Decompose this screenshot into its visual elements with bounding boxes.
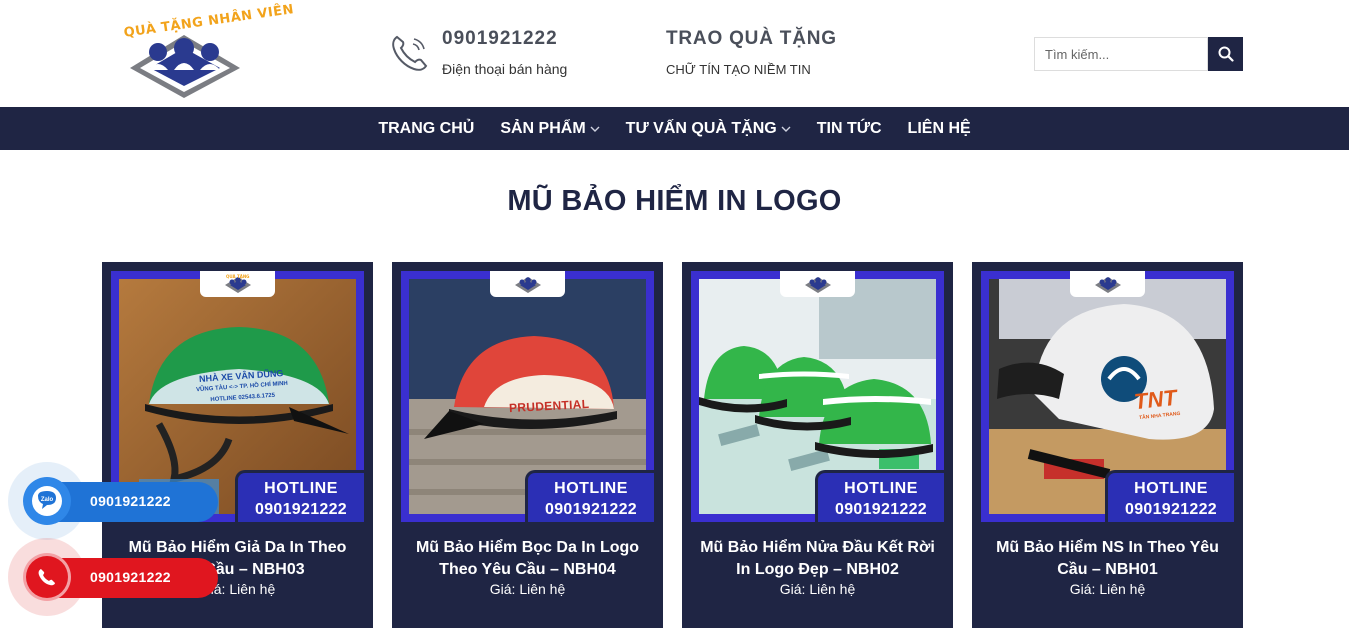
- logo-mini-icon: [804, 277, 831, 293]
- nav-item-label: TRANG CHỦ: [378, 119, 475, 137]
- product-image[interactable]: PRUDENTIAL HOTLINE 0901921222: [401, 271, 654, 522]
- nav-item-products[interactable]: SẢN PHẨM: [487, 107, 612, 150]
- slogan-subtitle: CHỮ TÍN TẠO NIỀM TIN: [666, 62, 811, 77]
- brand-badge: [780, 271, 855, 297]
- hotline-overlay: HOTLINE 0901921222: [235, 470, 364, 522]
- logo-mini-icon: QUÀ TẶNG: [224, 274, 251, 293]
- logo-mini-icon: [514, 277, 541, 293]
- product-grid: NHÀ XE VÂN DŨNG VŨNG TÀU <-> TP. HỒ CHÍ …: [102, 262, 1243, 628]
- svg-text:QUÀ TẶNG: QUÀ TẶNG: [226, 274, 249, 279]
- logo-mini-icon: [1094, 277, 1121, 293]
- helmet-print-line: TNT: [1132, 384, 1178, 415]
- brand-badge: [490, 271, 565, 297]
- product-price: Giá: Liên hệ: [1069, 581, 1146, 597]
- hotline-overlay: HOTLINE 0901921222: [525, 470, 654, 522]
- main-nav: TRANG CHỦ SẢN PHẨM TƯ VẤN QUÀ TẶNG TIN T…: [0, 107, 1349, 150]
- zalo-icon: Zalo: [23, 477, 71, 525]
- call-contact-button[interactable]: 0901921222: [8, 538, 218, 616]
- product-name[interactable]: Mũ Bảo Hiểm Bọc Da In Logo Theo Yêu Cầu …: [402, 537, 653, 581]
- nav-item-news[interactable]: TIN TỨC: [804, 107, 895, 150]
- hotline-number: 0901921222: [255, 501, 347, 518]
- product-card[interactable]: PRUDENTIAL HOTLINE 0901921222 Mũ Bảo Hiể…: [392, 262, 663, 628]
- product-name[interactable]: Mũ Bảo Hiểm Nửa Đầu Kết Rời In Logo Đẹp …: [692, 537, 943, 581]
- site-logo[interactable]: QUÀ TẶNG NHÂN VIÊN: [118, 2, 295, 102]
- hotline-overlay: HOTLINE 0901921222: [815, 470, 944, 522]
- nav-item-gift-consulting[interactable]: TƯ VẤN QUÀ TẶNG: [613, 107, 804, 150]
- hotline-number: 0901921222: [835, 501, 927, 518]
- product-image[interactable]: HOTLINE 0901921222: [691, 271, 944, 522]
- hotline-label: HOTLINE: [1134, 480, 1208, 497]
- hotline-overlay: HOTLINE 0901921222: [1105, 470, 1234, 522]
- hotline-label: HOTLINE: [264, 480, 338, 497]
- product-name[interactable]: Mũ Bảo Hiểm NS In Theo Yêu Cầu – NBH01: [982, 537, 1233, 581]
- product-card[interactable]: HOTLINE 0901921222 Mũ Bảo Hiểm Nửa Đầu K…: [682, 262, 953, 628]
- section-title: MŨ BẢO HIỂM IN LOGO: [507, 185, 842, 217]
- call-number: 0901921222: [90, 569, 171, 585]
- nav-item-label: SẢN PHẨM: [500, 119, 586, 137]
- product-price: Giá: Liên hệ: [779, 581, 856, 597]
- search-button[interactable]: [1208, 37, 1243, 71]
- nav-item-home[interactable]: TRANG CHỦ: [365, 107, 487, 150]
- header-phone-subtitle: Điện thoại bán hàng: [442, 61, 568, 77]
- chevron-down-icon: [590, 126, 600, 132]
- site-header: QUÀ TẶNG NHÂN VIÊN 0901921222 Điện thoại…: [0, 0, 1349, 107]
- hotline-number: 0901921222: [1125, 501, 1217, 518]
- header-phone-number: 0901921222: [442, 28, 558, 49]
- chevron-down-icon: [781, 126, 791, 132]
- product-image[interactable]: TNT TÂN NHA TRANG HOTLINE 0901921222: [981, 271, 1234, 522]
- header-slogan: TRAO QUÀ TẶNG CHỮ TÍN TẠO NIỀM TIN: [666, 28, 886, 80]
- brand-badge: QUÀ TẶNG: [200, 271, 275, 297]
- zalo-contact-button[interactable]: Zalo 0901921222: [8, 462, 218, 540]
- product-price: Giá: Liên hệ: [489, 581, 566, 597]
- slogan-title: TRAO QUÀ TẶNG: [666, 28, 837, 49]
- product-card[interactable]: TNT TÂN NHA TRANG HOTLINE 0901921222 Mũ …: [972, 262, 1243, 628]
- hotline-number: 0901921222: [545, 501, 637, 518]
- search-input[interactable]: [1034, 37, 1208, 71]
- hotline-label: HOTLINE: [844, 480, 918, 497]
- hotline-label: HOTLINE: [554, 480, 628, 497]
- nav-item-label: TƯ VẤN QUÀ TẶNG: [625, 119, 777, 137]
- header-phone[interactable]: 0901921222 Điện thoại bán hàng: [388, 28, 608, 80]
- search-form: [1034, 37, 1243, 71]
- nav-item-label: LIÊN HỆ: [907, 119, 971, 137]
- phone-icon: [392, 35, 428, 71]
- nav-item-contact[interactable]: LIÊN HỆ: [895, 107, 984, 150]
- zalo-number: 0901921222: [90, 493, 171, 509]
- brand-badge: [1070, 271, 1145, 297]
- phone-call-icon: [23, 553, 71, 601]
- nav-item-label: TIN TỨC: [816, 119, 882, 137]
- search-icon: [1218, 46, 1234, 62]
- zalo-icon-text: Zalo: [41, 497, 54, 503]
